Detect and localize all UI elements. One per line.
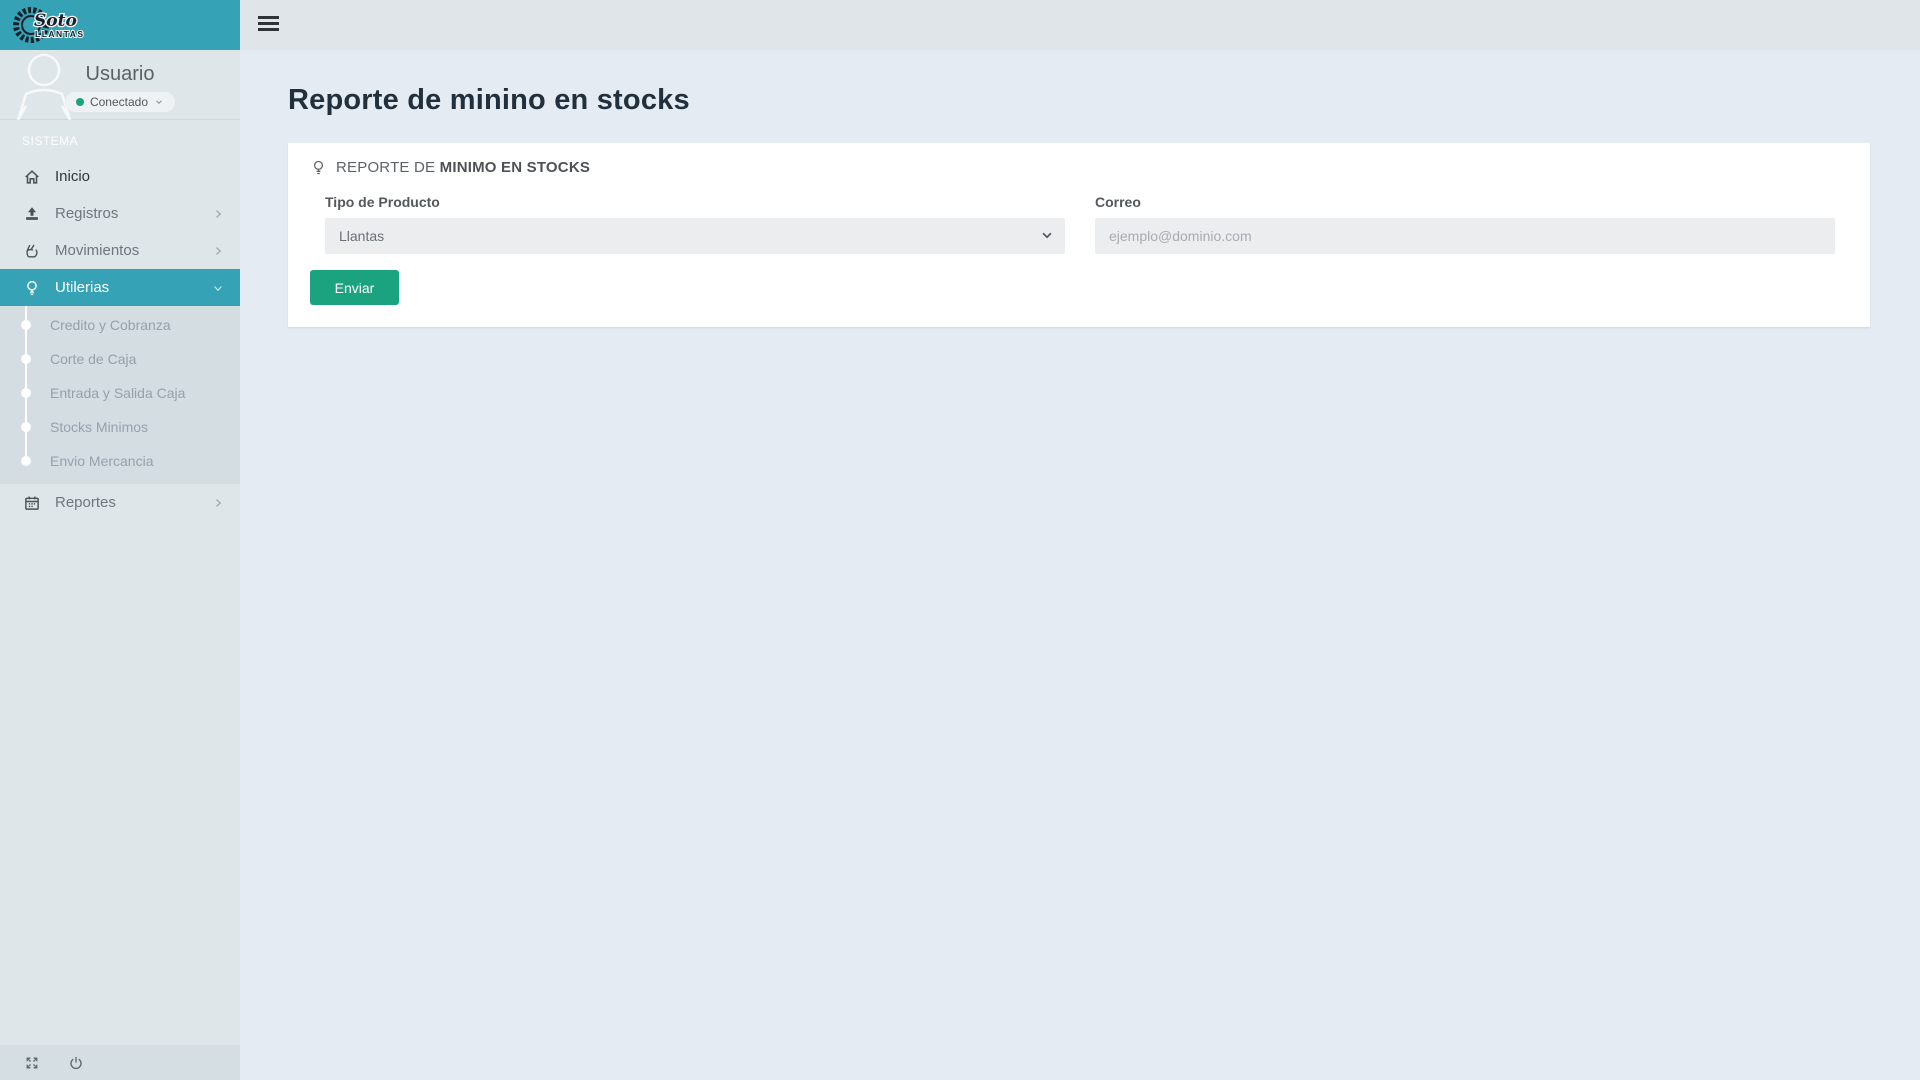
sidebar-footer	[0, 1045, 240, 1080]
report-panel: REPORTE DE MINIMO EN STOCKS Tipo de Prod…	[288, 143, 1870, 327]
calendar-icon	[22, 493, 42, 513]
main-content: Reporte de minino en stocks REPORTE DE M…	[240, 50, 1920, 1080]
bullet-icon	[21, 320, 31, 330]
sidebar-item-registros[interactable]: Registros	[0, 195, 240, 232]
online-status-dot	[75, 98, 84, 106]
panel-header-prefix: REPORTE DE	[336, 159, 440, 176]
chevron-right-icon	[212, 245, 224, 257]
form-row: Tipo de Producto Llantas Correo	[288, 180, 1870, 254]
correo-label: Correo	[1095, 194, 1141, 210]
hamburger-menu-icon[interactable]	[258, 16, 279, 34]
submenu-item-stocks-minimos[interactable]: Stocks Minimos	[0, 410, 240, 444]
brand-script-text: Soto	[34, 11, 77, 31]
submenu-item-label: Credito y Cobranza	[50, 317, 171, 333]
correo-field-group: Correo	[1095, 194, 1835, 254]
sidebar-item-reportes[interactable]: Reportes	[0, 484, 240, 521]
chevron-right-icon	[212, 497, 224, 509]
top-navbar	[240, 0, 1920, 50]
user-area: Usuario Conectado	[0, 50, 240, 120]
user-status-label: Conectado	[89, 95, 149, 109]
bullet-icon	[21, 388, 31, 398]
bullet-icon	[21, 422, 31, 432]
sidebar-item-label: Reportes	[55, 494, 116, 511]
submenu-item-entrada-y-salida-caja[interactable]: Entrada y Salida Caja	[0, 376, 240, 410]
sidebar-item-utilerias[interactable]: Utilerias	[0, 269, 240, 306]
bullet-icon	[21, 354, 31, 364]
utilerias-submenu: Credito y Cobranza Corte de Caja Entrada…	[0, 306, 240, 484]
tipo-producto-field-group: Tipo de Producto Llantas	[325, 194, 1065, 254]
hand-icon	[22, 241, 42, 261]
lightbulb-icon	[310, 159, 327, 176]
tipo-producto-select[interactable]: Llantas	[325, 218, 1065, 254]
chevron-down-icon	[156, 100, 162, 105]
sidebar: Soto LLANTAS Usuario Conectado SISTEMA I…	[0, 0, 240, 1080]
submenu-item-label: Stocks Minimos	[50, 419, 149, 435]
enviar-button[interactable]: Enviar	[310, 270, 399, 305]
sidebar-item-label: Registros	[55, 205, 119, 222]
panel-header-text: REPORTE DE MINIMO EN STOCKS	[336, 159, 590, 176]
sidebar-item-inicio[interactable]: Inicio	[0, 158, 240, 195]
chevron-down-icon	[212, 282, 224, 294]
sidebar-item-label: Inicio	[55, 168, 91, 185]
sidebar-item-label: Movimientos	[55, 242, 140, 259]
upload-icon	[22, 204, 42, 224]
sidebar-item-label: Utilerias	[55, 279, 110, 296]
submenu-item-label: Envio Mercancia	[50, 453, 154, 469]
submenu-item-label: Corte de Caja	[50, 351, 137, 367]
chevron-right-icon	[212, 208, 224, 220]
submenu-item-credito-y-cobranza[interactable]: Credito y Cobranza	[0, 308, 240, 342]
bullet-icon	[21, 456, 31, 466]
submenu-item-corte-de-caja[interactable]: Corte de Caja	[0, 342, 240, 376]
user-status-dropdown[interactable]: Conectado	[64, 92, 176, 112]
power-icon[interactable]	[68, 1055, 84, 1071]
tire-logo-icon: Soto LLANTAS	[13, 7, 85, 43]
sidebar-item-movimientos[interactable]: Movimientos	[0, 232, 240, 269]
lightbulb-icon	[22, 278, 42, 298]
sidebar-menu: Inicio Registros Movimientos Utilerias C…	[0, 158, 240, 521]
panel-header: REPORTE DE MINIMO EN STOCKS	[288, 143, 1870, 180]
tipo-producto-label: Tipo de Producto	[325, 194, 440, 210]
sidebar-section-label: SISTEMA	[22, 134, 79, 148]
brand-block-text: LLANTAS	[35, 29, 85, 39]
panel-header-strong: MINIMO EN STOCKS	[439, 159, 591, 176]
expand-icon[interactable]	[24, 1055, 40, 1071]
brand-logo[interactable]: Soto LLANTAS	[0, 0, 240, 50]
submenu-item-envio-mercancia[interactable]: Envio Mercancia	[0, 444, 240, 478]
submenu-item-label: Entrada y Salida Caja	[50, 385, 186, 401]
home-icon	[22, 167, 42, 187]
page-title: Reporte de minino en stocks	[288, 84, 690, 116]
correo-input[interactable]	[1095, 218, 1835, 254]
